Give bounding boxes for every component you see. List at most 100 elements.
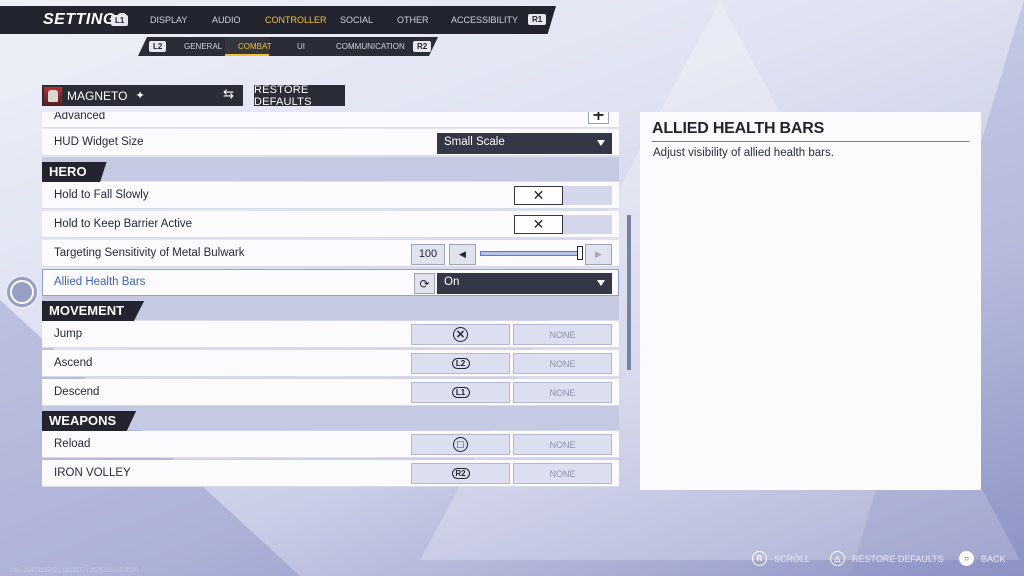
footer-scroll-hint: R SCROLL [752,551,810,566]
decrease-arrow-icon[interactable]: ◀ [449,244,476,265]
row-label: Advanced [54,112,106,122]
tab-display[interactable]: DISPLAY [150,15,187,25]
detail-description: Adjust visibility of allied health bars. [653,147,834,159]
footer-restore-hint[interactable]: △ RESTORE DEFAULTS [830,551,944,566]
section-header-movement: MOVEMENT [42,296,619,321]
right-stick-icon: R [752,551,767,566]
primary-binding[interactable]: ✕ [411,324,510,345]
l1-button-icon: L1 [451,387,470,398]
list-item-reload[interactable]: Reload □ NONE [42,431,619,458]
section-title: WEAPONS [42,411,137,431]
row-label: Descend [54,386,100,398]
controller-cursor-icon [5,275,39,309]
footer-label: SCROLL [774,553,811,564]
primary-binding[interactable]: L2 [411,353,510,374]
sub-nav-bar: L2 GENERAL COMBAT UI COMMUNICATION R2 [138,37,438,56]
row-label: Hold to Keep Barrier Active [54,218,193,230]
section-title: MOVEMENT [42,301,145,321]
swap-icon[interactable]: ⇆ [223,87,234,102]
primary-binding[interactable]: R2 [411,463,510,484]
row-label: HUD Widget Size [54,136,144,148]
tab-other[interactable]: OTHER [397,15,429,25]
footer-back-hint[interactable]: ○ BACK [959,551,1006,566]
sensitivity-value[interactable]: 100 [411,244,445,265]
hero-name: MAGNETO [67,88,128,103]
dropdown-value: On [444,276,460,288]
circle-button-icon: ○ [959,551,974,566]
row-label: Allied Health Bars [54,276,146,288]
row-label: Ascend [54,357,93,369]
cross-icon: ✕ [514,215,563,234]
row-label: Reload [54,438,91,450]
cross-icon: ✕ [514,186,563,205]
sparkle-icon: ✦ [135,89,145,102]
list-item-descend[interactable]: Descend L1 NONE [42,379,619,406]
secondary-binding[interactable]: NONE [513,463,612,484]
list-item-jump[interactable]: Jump ✕ NONE [42,321,619,348]
tab-social[interactable]: SOCIAL [340,15,373,25]
list-item-hud-widget[interactable]: HUD Widget Size Small Scale [42,129,619,156]
list-item-advanced[interactable]: Advanced + [42,112,619,128]
subtab-ui[interactable]: UI [297,42,305,51]
tab-audio[interactable]: AUDIO [212,15,241,25]
caret-down-icon [597,140,605,146]
dropdown-value: Small Scale [444,136,505,148]
slider-handle[interactable] [577,246,583,260]
square-button-icon: □ [453,437,468,452]
triangle-button-icon: △ [830,551,845,566]
hold-fall-toggle[interactable]: ✕ [514,186,612,205]
list-item-ascend[interactable]: Ascend L2 NONE [42,350,619,377]
l2-button-icon: L2 [451,358,470,369]
page-title: SETTINGS [43,11,128,28]
section-title: HERO [42,162,107,182]
secondary-binding[interactable]: NONE [513,324,612,345]
primary-binding[interactable]: L1 [411,382,510,403]
list-item-allied-health-bars[interactable]: Allied Health Bars ⟳ On [42,269,619,296]
hero-selector[interactable]: MAGNETO ✦ ⇆ [42,85,243,106]
section-header-weapons: WEAPONS [42,406,619,431]
increase-arrow-icon[interactable]: ▶ [585,244,612,265]
list-scrollbar[interactable] [627,215,631,370]
top-nav-bar: SETTINGS L1 DISPLAY AUDIO CONTROLLER SOC… [0,6,556,34]
footer-label: BACK [981,553,1006,564]
list-item-iron-volley[interactable]: IRON VOLLEY R2 NONE [42,460,619,487]
restore-defaults-button[interactable]: RESTORE DEFAULTS [254,84,345,108]
tab-controller[interactable]: CONTROLLER [265,15,327,25]
secondary-binding[interactable]: NONE [513,382,612,403]
detail-panel: ALLIED HEALTH BARS Adjust visibility of … [640,112,981,490]
footer-label: RESTORE DEFAULTS [852,553,944,564]
subtab-general[interactable]: GENERAL [184,42,222,51]
l1-bumper-icon[interactable]: L1 [111,14,129,26]
hero-portrait [44,86,62,105]
hud-widget-dropdown[interactable]: Small Scale [437,133,612,154]
subtab-combat[interactable]: COMBAT [238,42,272,51]
l2-trigger-icon[interactable]: L2 [149,41,167,52]
r2-trigger-icon[interactable]: R2 [413,41,432,52]
secondary-binding[interactable]: NONE [513,434,612,455]
r1-bumper-icon[interactable]: R1 [528,14,547,25]
settings-list: Advanced + HUD Widget Size Small Scale H… [42,112,619,490]
hold-barrier-toggle[interactable]: ✕ [514,215,612,234]
caret-down-icon [597,280,605,286]
row-label: Jump [54,328,83,340]
tab-accessibility[interactable]: ACCESSIBILITY [451,15,518,25]
list-item-hold-barrier[interactable]: Hold to Keep Barrier Active ✕ [42,211,619,238]
primary-binding[interactable]: □ [411,434,510,455]
row-label: Targeting Sensitivity of Metal Bulwark [54,247,245,259]
allied-health-dropdown[interactable]: On [437,273,612,294]
row-label: IRON VOLLEY [54,467,131,479]
r2-button-icon: R2 [451,468,470,479]
list-item-hold-fall[interactable]: Hold to Fall Slowly ✕ [42,182,619,209]
section-header-hero: HERO [42,157,619,182]
reset-icon[interactable]: ⟳ [414,273,435,294]
list-item-targeting-sensitivity[interactable]: Targeting Sensitivity of Metal Bulwark 1… [42,240,619,267]
expand-plus-icon[interactable]: + [588,112,609,124]
row-label: Hold to Fall Slowly [54,189,149,201]
uid-text: UID: 2147315502 | 1933877 | 2505231142-0… [10,568,139,574]
cross-button-icon: ✕ [453,327,468,342]
sensitivity-slider[interactable] [480,251,580,256]
secondary-binding[interactable]: NONE [513,353,612,374]
detail-title: ALLIED HEALTH BARS [652,120,825,137]
divider [652,141,969,142]
subtab-communication[interactable]: COMMUNICATION [336,42,405,51]
